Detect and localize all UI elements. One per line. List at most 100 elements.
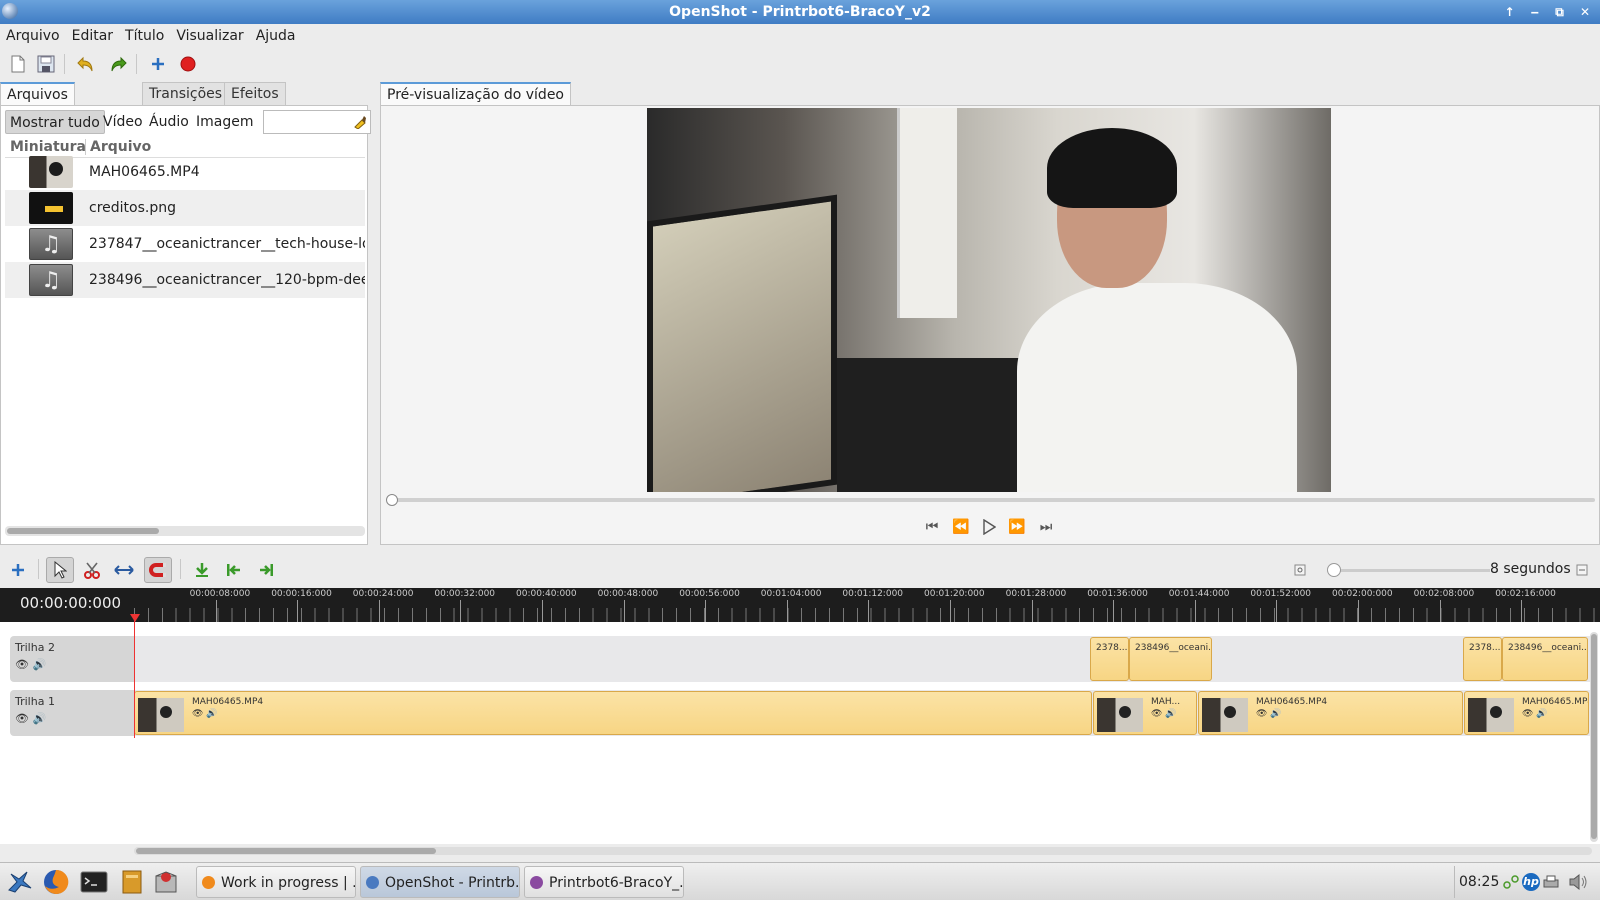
import-files-icon[interactable] — [146, 52, 170, 76]
frame-person-hair — [1047, 128, 1177, 208]
clock[interactable]: 08:25 — [1454, 866, 1503, 898]
select-tool-icon[interactable] — [46, 557, 74, 583]
taskbar-window-editor[interactable]: Printrbot6-BracoY_... — [524, 866, 684, 898]
audio-speaker-icon[interactable]: 🔊 — [32, 658, 46, 671]
menu-editar[interactable]: Editar — [66, 24, 119, 48]
clip-eye-icon[interactable]: 👁 — [1522, 709, 1533, 719]
track-lane-trilha-2[interactable] — [134, 636, 1592, 682]
file-row[interactable]: MAH06465.MP4 — [5, 154, 365, 190]
menu-visualizar[interactable]: Visualizar — [170, 24, 249, 48]
network-icon[interactable] — [1500, 871, 1522, 893]
tab-efeitos[interactable]: Efeitos — [224, 82, 286, 106]
filter-audio-button[interactable]: Áudio — [145, 110, 193, 134]
resize-tool-icon[interactable] — [110, 557, 138, 583]
timeline-ruler[interactable]: 00:00:00:000 00:00:08:000 00:00:16:000 00:… — [0, 588, 1600, 622]
audio-speaker-icon[interactable]: 🔊 — [32, 712, 46, 725]
filter-show-all-button[interactable]: Mostrar tudo — [5, 110, 105, 134]
tab-arquivos-do-projeto[interactable]: Arquivos do Projeto — [0, 82, 75, 147]
visibility-eye-icon[interactable]: 👁 — [15, 712, 29, 725]
rewind-icon[interactable]: ⏪ — [950, 516, 972, 538]
tab-video-preview[interactable]: Pré-visualização do vídeo — [380, 82, 571, 107]
redo-icon[interactable] — [106, 52, 130, 76]
toolbar-separator — [38, 559, 39, 579]
ruler-time-label: 00:01:12:000 — [842, 589, 904, 599]
volume-icon[interactable] — [1564, 871, 1594, 893]
timeline-clip[interactable]: 2378... — [1463, 637, 1502, 681]
file-row[interactable]: ♫ 237847__oceanictrancer__tech-house-loo… — [5, 226, 365, 262]
filter-image-button[interactable]: Imagem — [192, 110, 257, 134]
track-header-trilha-1[interactable]: Trilha 1 👁 🔊 — [10, 690, 134, 736]
taskbar-window-firefox[interactable]: Work in progress | ... — [196, 866, 356, 898]
scrollbar-thumb[interactable] — [1591, 634, 1597, 839]
add-marker-icon[interactable] — [188, 557, 216, 583]
zoom-slider[interactable] — [1330, 569, 1490, 572]
clip-eye-icon[interactable]: 👁 — [1256, 709, 1267, 719]
menu-ajuda[interactable]: Ajuda — [250, 24, 302, 48]
seekbar-handle[interactable] — [386, 494, 398, 506]
timeline-horizontal-scrollbar[interactable] — [134, 847, 1592, 855]
package-manager-icon[interactable] — [150, 867, 182, 897]
new-project-icon[interactable] — [6, 52, 30, 76]
clear-filter-icon[interactable] — [353, 115, 367, 129]
clip-thumbnail — [1097, 698, 1143, 732]
ruler-time-label: 00:00:24:000 — [352, 589, 414, 599]
zoom-out-icon[interactable] — [1572, 557, 1592, 583]
undo-icon[interactable] — [74, 52, 98, 76]
timeline-vertical-scrollbar[interactable] — [1590, 632, 1598, 842]
zoom-in-icon[interactable] — [1290, 557, 1310, 583]
timeline-clip[interactable]: 2378... — [1090, 637, 1129, 681]
clip-speaker-icon[interactable]: 🔊 — [1165, 709, 1176, 719]
firefox-icon[interactable] — [40, 867, 72, 897]
frame-monitor — [647, 194, 837, 492]
timeline-clip[interactable]: MAH06465.MP4 👁 🔊 — [1198, 691, 1463, 735]
menu-titulo[interactable]: Título — [119, 24, 170, 48]
timeline-clip[interactable]: MAH... 👁 🔊 — [1093, 691, 1197, 735]
clip-eye-icon[interactable]: 👁 — [192, 709, 203, 719]
playhead-line[interactable] — [134, 618, 135, 738]
jump-start-icon[interactable]: ⏮ — [921, 516, 943, 538]
timeline-clip[interactable]: 238496__oceani... — [1129, 637, 1212, 681]
scrollbar-thumb[interactable] — [136, 848, 436, 854]
clip-eye-icon[interactable]: 👁 — [1151, 709, 1162, 719]
openshot-app-icon[interactable] — [2, 3, 18, 19]
timeline-clip[interactable]: MAH06465.MP4 👁 🔊 — [134, 691, 1092, 735]
printer-icon[interactable] — [1540, 871, 1562, 893]
add-track-icon[interactable] — [4, 557, 32, 583]
export-video-icon[interactable] — [176, 52, 200, 76]
timeline-clip[interactable]: 238496__oceani... — [1502, 637, 1588, 681]
fast-forward-icon[interactable]: ⏩ — [1006, 516, 1028, 538]
file-manager-icon[interactable] — [116, 867, 148, 897]
clip-speaker-icon[interactable]: 🔊 — [1270, 709, 1281, 719]
snap-magnet-icon[interactable] — [144, 557, 172, 583]
tab-transicoes[interactable]: Transições — [142, 82, 230, 106]
visibility-eye-icon[interactable]: 👁 — [15, 658, 29, 671]
menu-arquivo[interactable]: Arquivo — [0, 24, 66, 48]
play-icon[interactable] — [978, 516, 1000, 538]
filter-video-button[interactable]: Vídeo — [99, 110, 147, 134]
playhead-handle[interactable] — [130, 614, 140, 622]
taskbar-window-openshot[interactable]: OpenShot - Printrb... — [360, 866, 520, 898]
window-controls[interactable]: ↑ ‒ ⧉ ✕ — [1504, 0, 1596, 24]
clip-speaker-icon[interactable]: 🔊 — [206, 709, 217, 719]
scrollbar-thumb[interactable] — [7, 528, 159, 534]
zoom-slider-handle[interactable] — [1327, 563, 1341, 577]
track-header-trilha-2[interactable]: Trilha 2 👁 🔊 — [10, 636, 134, 682]
next-marker-icon[interactable] — [252, 557, 280, 583]
clip-title: MAH06465.MP4 — [192, 697, 264, 707]
hp-icon[interactable]: hp — [1520, 871, 1542, 893]
previous-marker-icon[interactable] — [220, 557, 248, 583]
xfce-menu-icon[interactable] — [4, 867, 36, 897]
preview-seekbar[interactable] — [390, 498, 1595, 502]
jump-end-icon[interactable]: ⏭ — [1035, 516, 1057, 538]
file-row[interactable]: ♫ 238496__oceanictrancer__120-bpm-deep- — [5, 262, 365, 298]
razor-tool-icon[interactable] — [78, 557, 106, 583]
ruler-time-label: 00:01:52:000 — [1250, 589, 1312, 599]
file-row[interactable]: creditos.png — [5, 190, 365, 226]
filter-search-input[interactable] — [263, 110, 371, 134]
clip-speaker-icon[interactable]: 🔊 — [1536, 709, 1547, 719]
file-list-scrollbar[interactable] — [5, 526, 365, 536]
ruler-major-tick — [1521, 600, 1523, 622]
save-project-icon[interactable] — [34, 52, 58, 76]
timeline-clip[interactable]: MAH06465.MP4 👁 🔊 — [1464, 691, 1589, 735]
terminal-icon[interactable] — [78, 867, 110, 897]
